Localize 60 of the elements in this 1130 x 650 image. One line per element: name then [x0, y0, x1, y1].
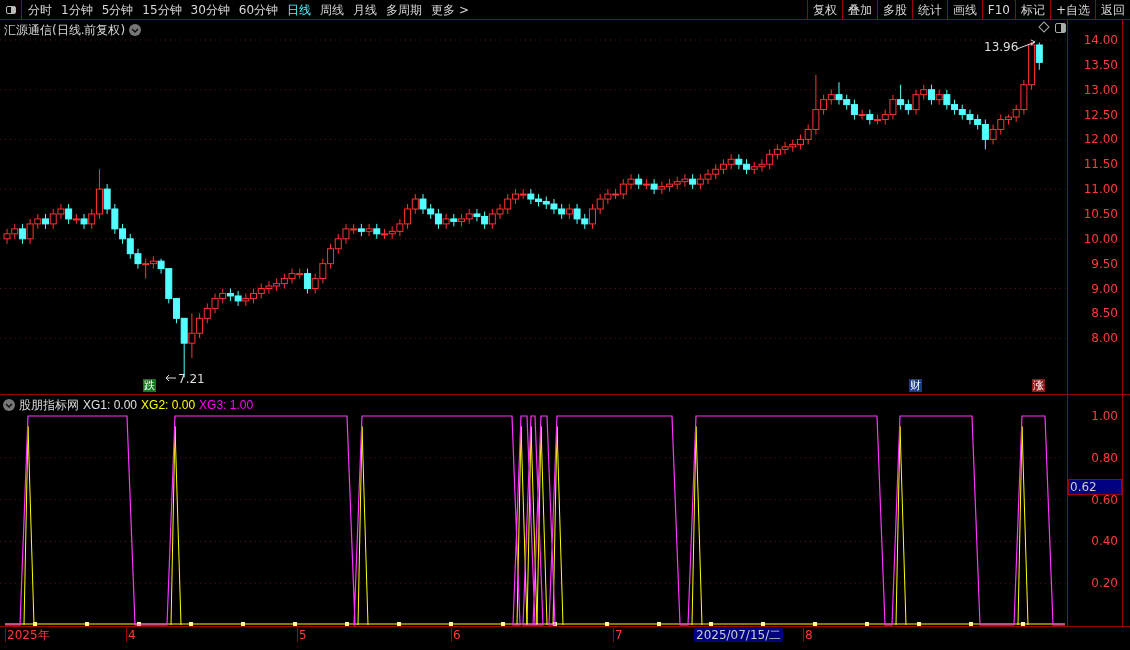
indicator-value: XG1: 0.00: [83, 397, 138, 414]
period-tab[interactable]: 5分钟: [101, 0, 134, 19]
panel-toggle-icon[interactable]: [1055, 23, 1066, 33]
indicator-value: XG3: 1.00: [199, 397, 254, 414]
toolbar-button[interactable]: +自选: [1049, 0, 1095, 19]
date-tick-label: 4: [126, 628, 136, 642]
price-tick-label: 9.50: [1091, 256, 1118, 271]
period-tab[interactable]: 周线: [320, 0, 345, 19]
cursor-value-label: 0.62: [1068, 479, 1122, 496]
period-tab[interactable]: 分时: [28, 0, 52, 19]
toolbar-button[interactable]: 统计: [911, 0, 947, 19]
collapse-icon[interactable]: [3, 399, 15, 411]
signal-marker: 跌: [143, 379, 156, 392]
indicator-tick-label: 0.20: [1091, 576, 1118, 591]
indicator-tick-label: 0.80: [1091, 450, 1118, 465]
indicator-tick-label: 0.40: [1091, 534, 1118, 549]
indicator-name: 股朋指标网: [19, 397, 79, 414]
high-price-label: 13.96: [984, 39, 1019, 56]
price-tick-label: 11.00: [1083, 182, 1118, 197]
high-arrow: [1016, 39, 1036, 50]
price-tick-label: 9.00: [1091, 281, 1118, 296]
period-tab[interactable]: 30分钟: [190, 0, 230, 19]
date-tick-label: 5: [297, 628, 307, 642]
toolbar-button[interactable]: 画线: [946, 0, 982, 19]
period-tab[interactable]: 日线: [287, 0, 312, 19]
low-arrow: [165, 374, 177, 382]
date-tick-label: 7: [613, 628, 623, 642]
price-tick-label: 13.00: [1083, 82, 1118, 97]
period-tab[interactable]: 1分钟: [61, 0, 93, 19]
price-tick-label: 14.00: [1083, 33, 1118, 47]
toolbar-button[interactable]: 标记: [1014, 0, 1050, 19]
price-tick-label: 8.50: [1091, 306, 1118, 321]
period-tab[interactable]: 多周期: [386, 0, 423, 19]
price-tick-label: 13.50: [1083, 57, 1118, 72]
toolbar-button[interactable]: 复权: [806, 0, 842, 19]
period-tab[interactable]: 月线: [353, 0, 378, 19]
period-tab[interactable]: 15分钟: [142, 0, 182, 19]
period-tab[interactable]: 60分钟: [238, 0, 279, 19]
price-tick-label: 10.50: [1083, 206, 1118, 221]
date-tick-label: 2025年: [5, 628, 50, 642]
price-tick-label: 12.50: [1083, 107, 1118, 122]
chart-title: 汇源通信(日线.前复权): [4, 22, 126, 39]
date-cursor-label: 2025/07/15/二: [694, 628, 784, 642]
dropdown-icon[interactable]: [129, 24, 142, 36]
signal-marker: 涨: [1032, 379, 1045, 392]
toolbar-button[interactable]: 多股: [876, 0, 912, 19]
price-tick-label: 8.00: [1091, 331, 1118, 346]
date-tick-label: 6: [451, 628, 461, 642]
indicator-value: XG2: 0.00: [141, 397, 196, 414]
toolbar-button[interactable]: F10: [981, 0, 1015, 19]
price-tick-label: 12.00: [1083, 132, 1118, 147]
signal-marker: 财: [909, 379, 922, 392]
price-tick-label: 10.00: [1083, 231, 1118, 246]
toolbar-button[interactable]: 叠加: [841, 0, 877, 19]
low-price-label: 7.21: [178, 371, 205, 388]
price-tick-label: 11.50: [1083, 157, 1118, 172]
indicator-tick-label: 1.00: [1091, 409, 1118, 423]
more-menu[interactable]: 更多 >: [431, 0, 469, 19]
date-tick-label: 8: [803, 628, 813, 642]
toolbar-button[interactable]: 返回: [1095, 0, 1130, 19]
